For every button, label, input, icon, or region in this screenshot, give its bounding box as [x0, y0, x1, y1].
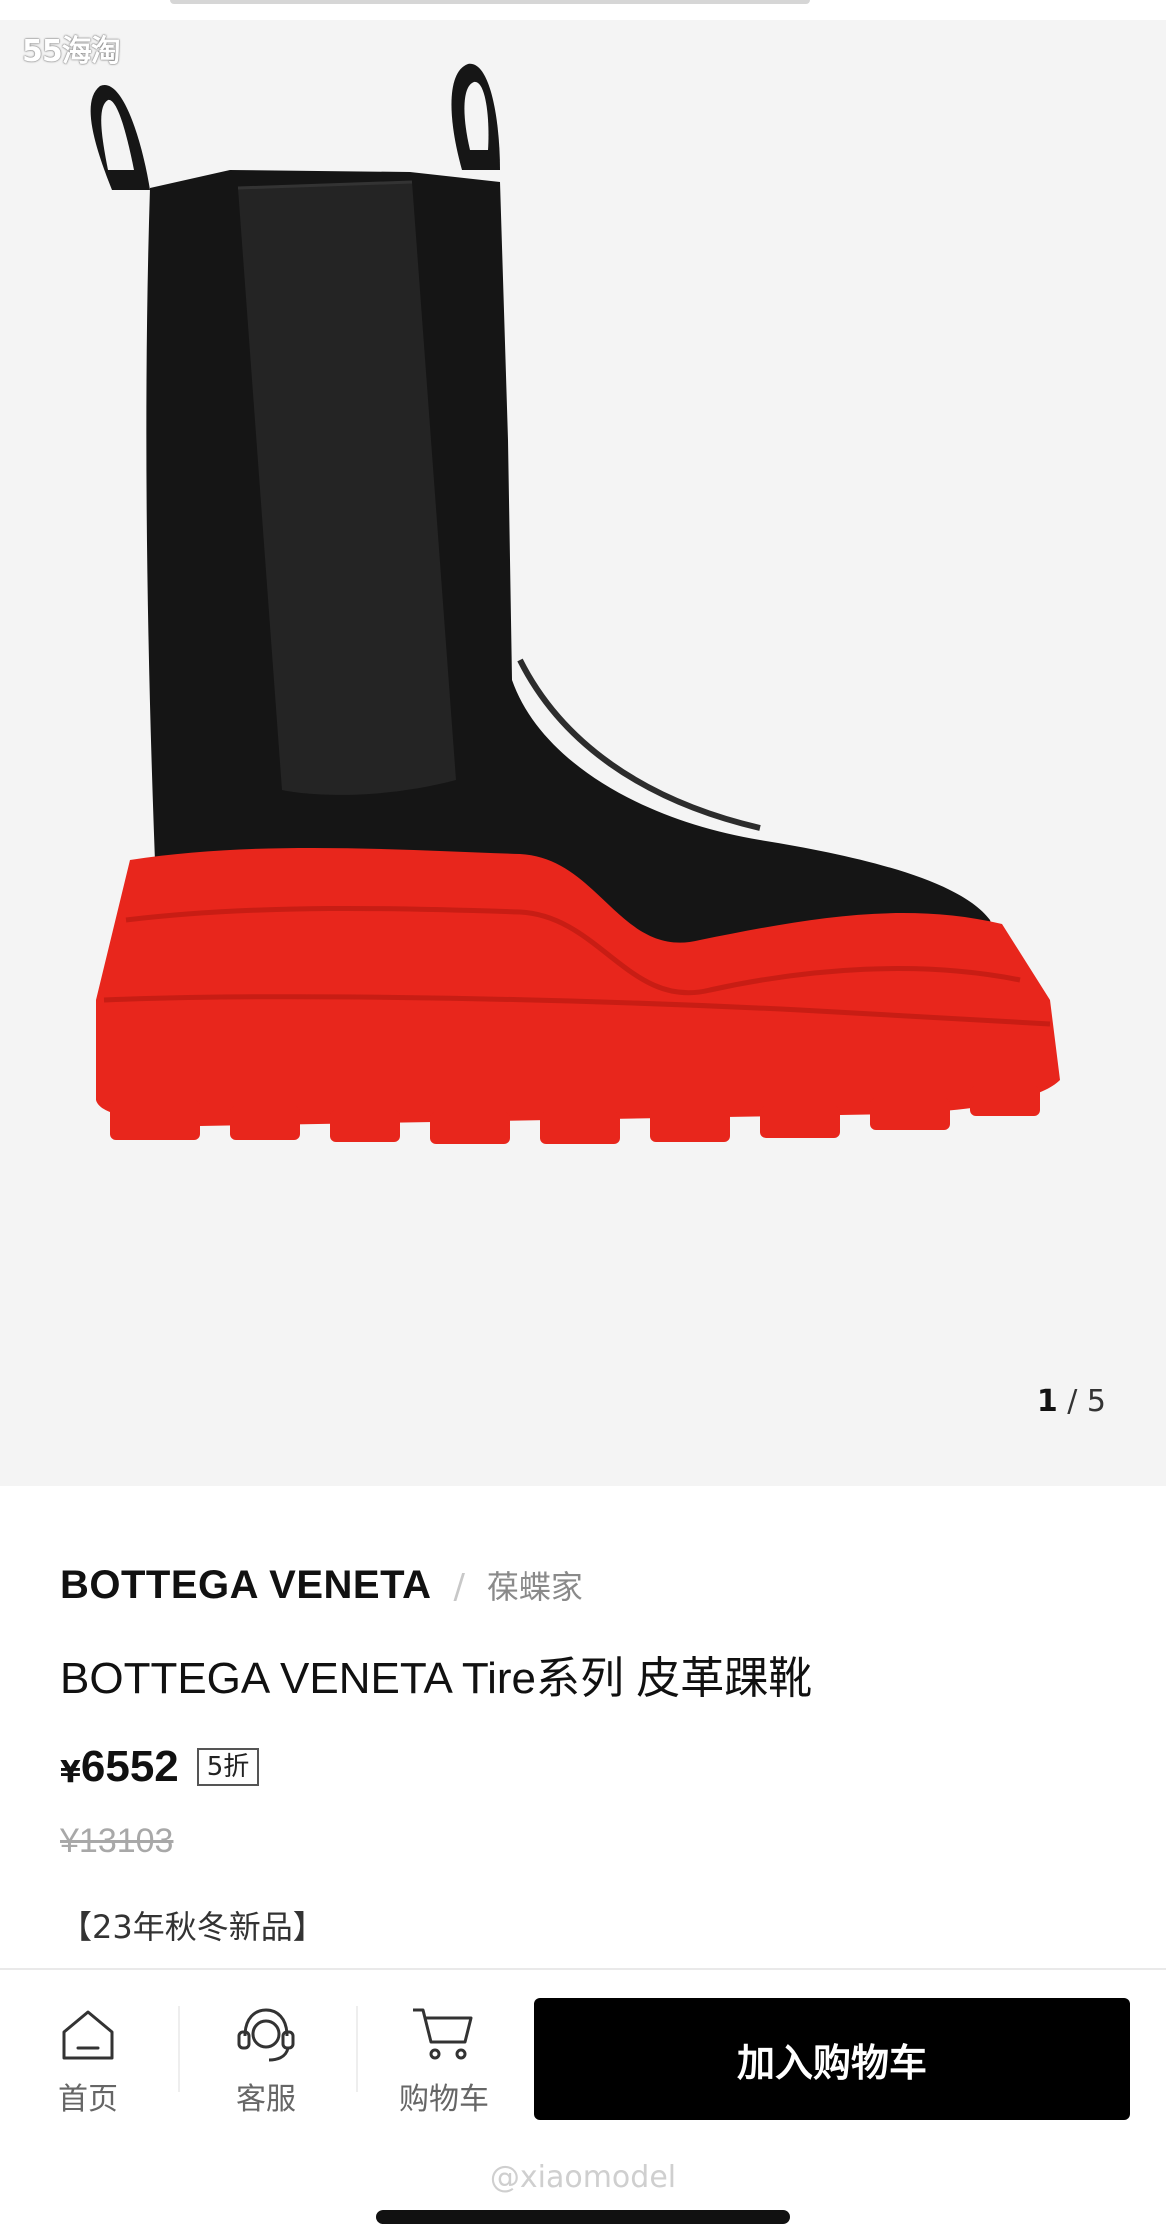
current-image-index: 1	[1036, 1384, 1058, 1419]
product-info: BOTTEGA VENETA / 葆蝶家 BOTTEGA VENETA Tire…	[0, 1486, 1166, 1970]
drag-handle	[170, 0, 810, 4]
product-image-gallery[interactable]: 55海淘 1 / 5	[0, 20, 1166, 1486]
brand-row: BOTTEGA VENETA / 葆蝶家	[60, 1562, 583, 1608]
headset-icon	[237, 2008, 295, 2062]
sale-price: 6552	[80, 1742, 179, 1791]
total-image-count: / 5	[1067, 1384, 1106, 1419]
brand-chinese-name: 葆蝶家	[486, 1568, 583, 1606]
price-row: ¥ 6552 5折	[60, 1742, 260, 1792]
watermark-username: @xiaomodel	[489, 2160, 677, 2195]
nav-separator	[178, 2006, 180, 2092]
product-title: BOTTEGA VENETA Tire系列 皮革踝靴	[60, 1654, 813, 1703]
product-tag: 【23年秋冬新品】	[60, 1908, 325, 1946]
nav-separator	[356, 2006, 358, 2092]
discount-badge: 5折	[196, 1748, 260, 1786]
nav-home-label: 首页	[58, 2082, 118, 2117]
nav-customer-service[interactable]: 客服	[206, 2004, 326, 2118]
nav-cart-label: 购物车	[399, 2082, 489, 2117]
nav-home[interactable]: 首页	[28, 2004, 148, 2118]
add-to-cart-button[interactable]: 加入购物车	[534, 1998, 1130, 2120]
image-page-indicator: 1 / 5	[1037, 1384, 1106, 1419]
home-indicator[interactable]	[376, 2210, 790, 2224]
nav-service-label: 客服	[236, 2082, 296, 2117]
bottom-action-bar: 首页 客服 购物车 加入购物车	[0, 1970, 1166, 2120]
nav-cart[interactable]: 购物车	[384, 2004, 504, 2118]
home-icon	[62, 2010, 114, 2060]
product-image	[90, 63, 1060, 1144]
brand-separator: /	[453, 1567, 465, 1607]
currency-symbol: ¥	[60, 1754, 81, 1790]
cart-icon	[413, 2008, 473, 2060]
brand-name[interactable]: BOTTEGA VENETA	[60, 1563, 431, 1608]
watermark-logo: 55海淘	[22, 34, 121, 69]
top-bar	[0, 0, 1166, 20]
original-price: ¥13103	[60, 1822, 174, 1860]
